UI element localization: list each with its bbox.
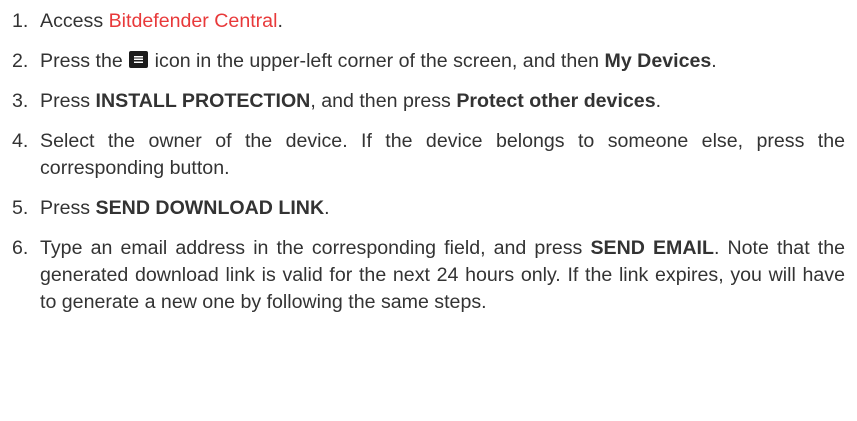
step-text: Press the <box>40 50 129 72</box>
step-number: 3. <box>12 90 29 112</box>
instructions-document: 1. Access Bitdefender Central. 2. Press … <box>0 0 857 421</box>
protect-other-devices-label: Protect other devices <box>456 90 656 112</box>
step-text: Type an email address in the correspondi… <box>40 237 591 259</box>
step-number: 1. <box>12 10 29 32</box>
send-download-link-label: SEND DOWNLOAD LINK <box>95 197 325 219</box>
step-text: Access <box>40 10 109 32</box>
step-text: icon in the upper-left corner of the scr… <box>149 50 605 72</box>
step-text: . <box>655 90 662 112</box>
step-4: 4. Select the owner of the device. If th… <box>12 128 845 182</box>
step-text: . <box>711 50 717 72</box>
step-2: 2. Press the icon in the upper-left corn… <box>12 48 845 75</box>
send-email-label: SEND EMAIL <box>590 237 714 259</box>
install-protection-label: INSTALL PROTECTION <box>95 90 311 112</box>
step-number: 5. <box>12 197 29 219</box>
step-1: 1. Access Bitdefender Central. <box>12 8 845 35</box>
bitdefender-central-link[interactable]: Bitdefender Central <box>109 10 278 32</box>
menu-icon <box>129 51 149 68</box>
step-number: 2. <box>12 50 29 72</box>
step-6: 6. Type an email address in the correspo… <box>12 235 845 316</box>
steps-list: 1. Access Bitdefender Central. 2. Press … <box>12 8 845 316</box>
step-number: 4. <box>12 130 29 152</box>
step-text: Press <box>40 197 96 219</box>
step-5: 5. Press SEND DOWNLOAD LINK. <box>12 195 845 222</box>
step-number: 6. <box>12 237 29 259</box>
step-text: . <box>324 197 330 219</box>
step-text: , and then press <box>310 90 457 112</box>
step-text: Select the owner of the device. If the d… <box>40 130 845 179</box>
step-text: . <box>277 10 283 32</box>
step-text: Press <box>40 90 96 112</box>
step-3: 3. Press INSTALL PROTECTION, and then pr… <box>12 88 845 115</box>
my-devices-label: My Devices <box>604 50 712 72</box>
